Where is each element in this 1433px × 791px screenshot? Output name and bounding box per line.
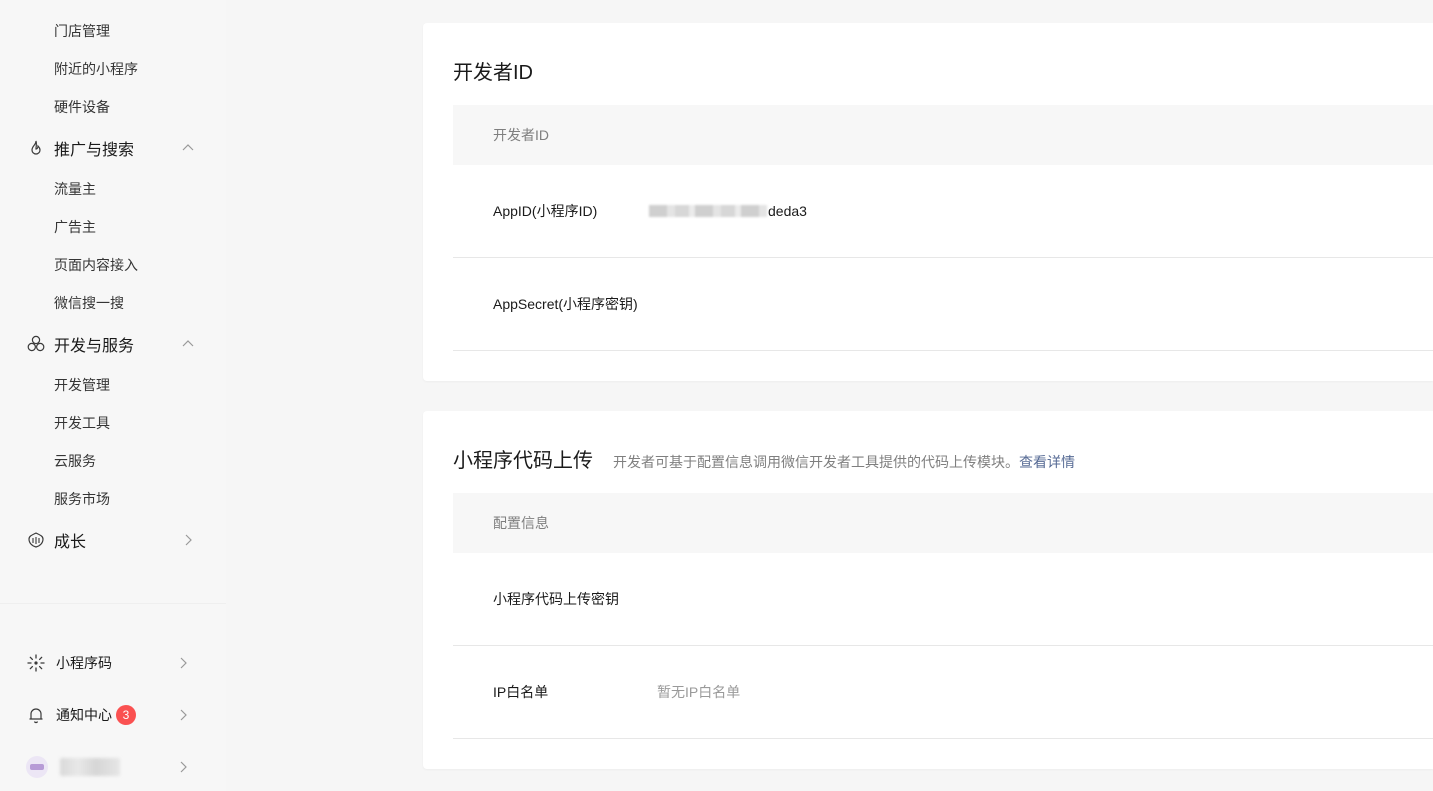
chevron-right-icon	[175, 707, 191, 723]
table-row-appid: AppID(小程序ID) deda3	[453, 165, 1433, 258]
table-row-ip-whitelist: IP白名单 暂无IP白名单	[453, 646, 1433, 739]
bell-icon	[26, 705, 46, 725]
sidebar-item-notifications[interactable]: 通知中心 3	[26, 703, 191, 727]
row-label: 小程序代码上传密钥	[493, 591, 619, 607]
table-header: 配置信息	[453, 493, 1433, 553]
notification-badge: 3	[116, 705, 136, 725]
sidebar-group-label: 开发与服务	[54, 338, 135, 355]
sidebar-item-market[interactable]: 服务市场	[54, 489, 110, 509]
sidebar-item-label: 小程序码	[56, 655, 112, 671]
ip-whitelist-value: 暂无IP白名单	[657, 684, 741, 700]
sidebar-item-page-content[interactable]: 页面内容接入	[54, 255, 138, 275]
description-text: 开发者可基于配置信息调用微信开发者工具提供的代码上传模块。	[613, 454, 1019, 470]
chevron-right-icon	[175, 759, 191, 775]
sidebar-item-qrcode[interactable]: 小程序码	[26, 651, 191, 675]
sidebar-group-growth[interactable]: 成长	[26, 528, 196, 552]
sidebar-item-account[interactable]	[26, 755, 191, 779]
appid-value[interactable]: deda3	[649, 203, 807, 219]
sidebar-item-store[interactable]: 门店管理	[54, 21, 110, 41]
table-row-appsecret: AppSecret(小程序密钥)	[453, 258, 1433, 351]
sidebar-item-advertiser[interactable]: 广告主	[54, 217, 96, 237]
sidebar-group-label: 推广与搜索	[54, 142, 135, 159]
sidebar-divider	[0, 603, 226, 604]
row-label: AppID(小程序ID)	[493, 203, 598, 219]
table-row-upload-key: 小程序代码上传密钥	[453, 553, 1433, 646]
sidebar-item-dev-manage[interactable]: 开发管理	[54, 375, 110, 395]
growth-icon	[26, 530, 46, 550]
flame-icon	[26, 138, 46, 158]
developer-id-card: 开发者ID 开发者ID AppID(小程序ID) deda3 AppSecret…	[423, 23, 1433, 381]
sidebar-group-label: 成长	[54, 534, 87, 551]
card-description: 开发者可基于配置信息调用微信开发者工具提供的代码上传模块。查看详情	[613, 452, 1075, 472]
row-label: IP白名单	[493, 684, 549, 700]
sidebar-item-nearby[interactable]: 附近的小程序	[54, 59, 138, 79]
view-details-link[interactable]: 查看详情	[1019, 454, 1075, 470]
account-name-masked	[60, 758, 120, 776]
table-header: 开发者ID	[453, 105, 1433, 165]
sidebar-group-promotion[interactable]: 推广与搜索	[26, 136, 196, 160]
chevron-up-icon	[180, 336, 196, 352]
sidebar-item-wechat-search[interactable]: 微信搜一搜	[54, 293, 124, 313]
row-label: AppSecret(小程序密钥)	[493, 296, 638, 312]
appid-suffix: deda3	[768, 203, 807, 219]
chevron-right-icon	[180, 532, 196, 548]
chevron-up-icon	[180, 140, 196, 156]
card-title: 小程序代码上传	[453, 450, 593, 472]
circles-icon	[26, 334, 46, 354]
card-title: 开发者ID	[453, 62, 533, 84]
masked-value	[649, 205, 767, 217]
sidebar: 门店管理 附近的小程序 硬件设备 推广与搜索 流量主 广告主 页面内容接入 微信…	[0, 0, 226, 791]
sidebar-item-hardware[interactable]: 硬件设备	[54, 97, 110, 117]
code-upload-card: 小程序代码上传 开发者可基于配置信息调用微信开发者工具提供的代码上传模块。查看详…	[423, 411, 1433, 769]
sidebar-item-label: 通知中心	[56, 707, 112, 723]
chevron-right-icon	[175, 655, 191, 671]
avatar	[26, 756, 48, 778]
sidebar-item-cloud[interactable]: 云服务	[54, 451, 96, 471]
card-title-row: 小程序代码上传 开发者可基于配置信息调用微信开发者工具提供的代码上传模块。查看详…	[453, 444, 1075, 473]
sidebar-item-publisher[interactable]: 流量主	[54, 179, 96, 199]
sidebar-group-dev[interactable]: 开发与服务	[26, 332, 196, 356]
sidebar-item-dev-tools[interactable]: 开发工具	[54, 413, 110, 433]
qrcode-icon	[26, 653, 46, 673]
